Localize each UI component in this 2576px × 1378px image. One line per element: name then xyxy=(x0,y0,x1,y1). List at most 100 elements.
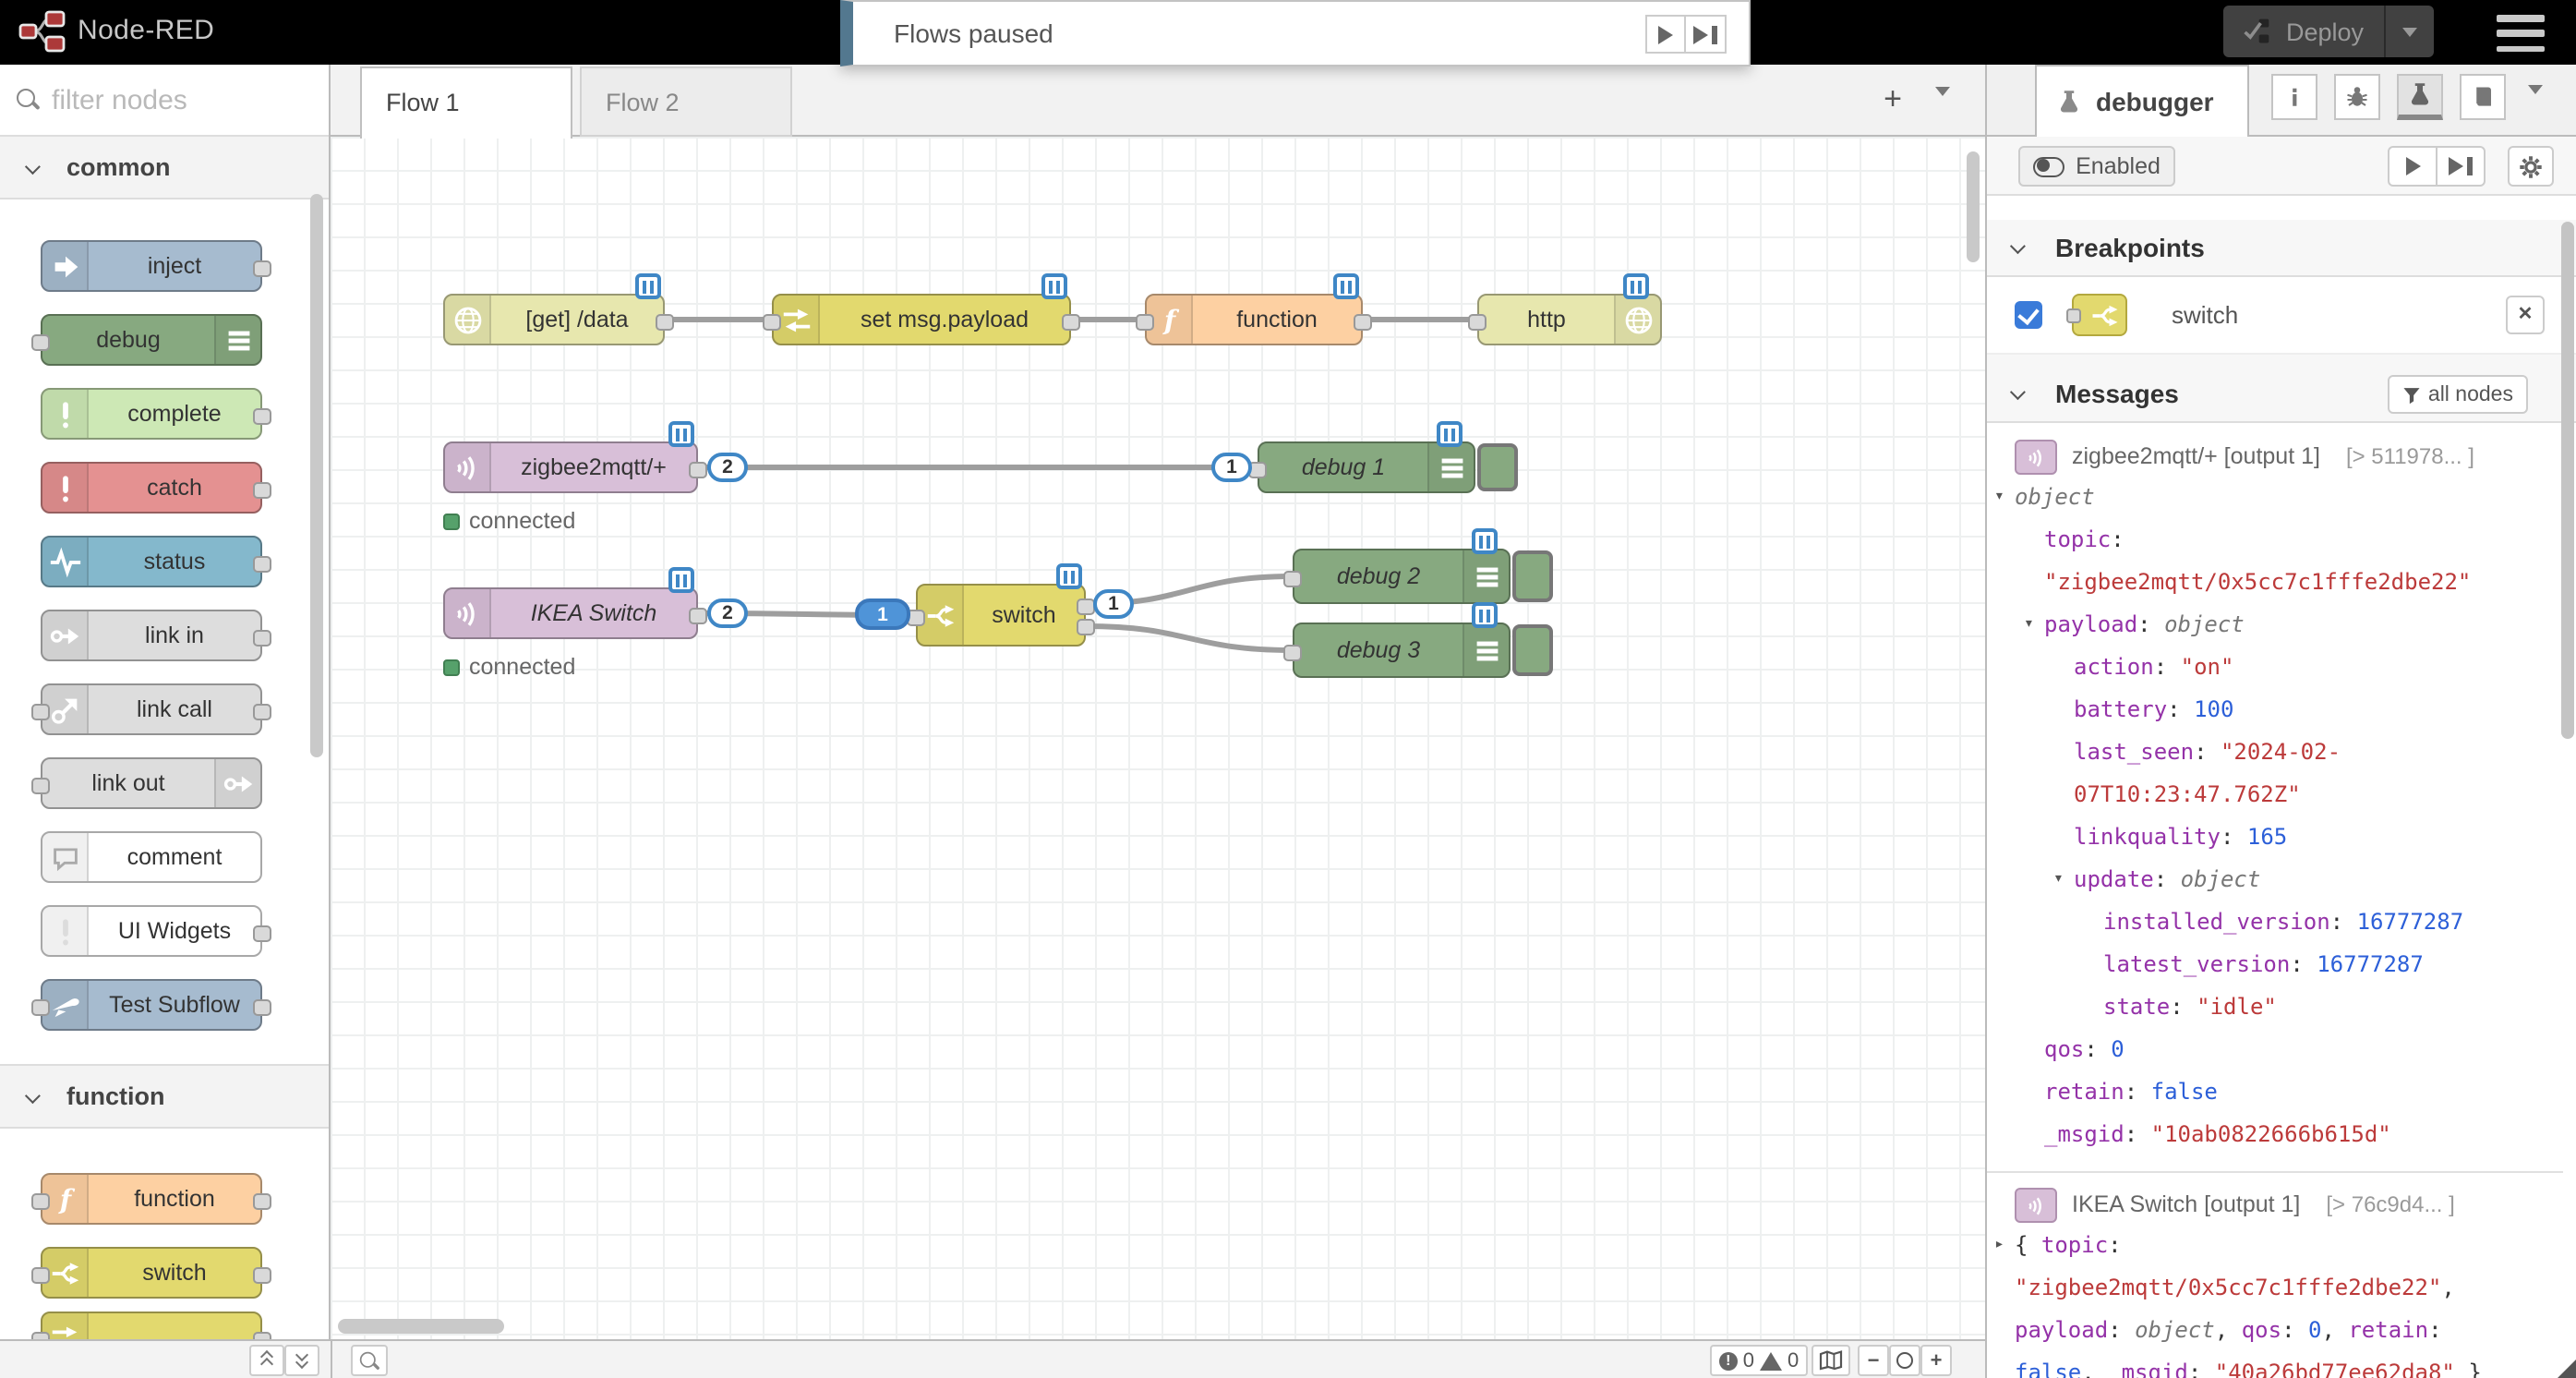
debug-message[interactable]: zigbee2mqtt/+ [output 1][> 511978... ]▾o… xyxy=(1987,425,2563,1173)
output-port[interactable] xyxy=(253,998,271,1015)
resize-handle[interactable] xyxy=(2558,1360,2576,1378)
input-port[interactable] xyxy=(31,1331,50,1339)
sidebar-tab-debug-messages[interactable] xyxy=(2334,74,2380,120)
breakpoint-checkbox[interactable] xyxy=(2015,301,2042,329)
output-port[interactable] xyxy=(253,1266,271,1283)
debug-message[interactable]: IKEA Switch [output 1][> 76c9d4... ]▸{ t… xyxy=(1987,1173,2563,1378)
palette-node-switch[interactable]: switch xyxy=(41,1247,262,1299)
input-port[interactable] xyxy=(31,333,50,350)
add-flow-button[interactable]: + xyxy=(1872,81,1913,122)
palette-node-catch[interactable]: catch xyxy=(41,462,262,514)
palette-category-common[interactable]: common xyxy=(0,135,331,199)
zoom-out-button[interactable]: − xyxy=(1858,1345,1889,1376)
palette-expand-all-button[interactable] xyxy=(284,1345,319,1376)
debugger-play-button[interactable] xyxy=(2388,146,2438,187)
sidebar-tab-help[interactable] xyxy=(2460,74,2506,120)
palette-node-link-in[interactable]: link in xyxy=(41,610,262,661)
palette-node-link-out[interactable]: link out xyxy=(41,757,262,809)
canvas-node--get-data[interactable]: [get] /data xyxy=(443,294,665,345)
canvas-node-function[interactable]: ffunction xyxy=(1145,294,1363,345)
input-port[interactable] xyxy=(1283,570,1302,586)
palette-node-status[interactable]: status xyxy=(41,536,262,587)
palette-node-test-subflow[interactable]: Test Subflow xyxy=(41,979,262,1031)
sidebar-tab-debugger-icon[interactable] xyxy=(2397,74,2443,120)
debug-toggle-button[interactable] xyxy=(1512,550,1553,602)
canvas-node-switch[interactable]: switch xyxy=(916,584,1086,647)
sidebar-tab-info[interactable] xyxy=(2271,74,2317,120)
palette-node-partial[interactable] xyxy=(41,1312,262,1339)
palette-node-complete[interactable]: complete xyxy=(41,388,262,440)
zoom-in-button[interactable]: + xyxy=(1920,1345,1952,1376)
flow-tab-flow-2[interactable]: Flow 2 xyxy=(580,66,792,137)
caret-open-icon[interactable]: ▾ xyxy=(2053,859,2064,901)
input-port[interactable] xyxy=(1136,313,1154,330)
palette-scrollbar[interactable] xyxy=(310,194,323,757)
input-port[interactable] xyxy=(31,1266,50,1283)
output-port[interactable] xyxy=(1354,313,1372,330)
output-port[interactable] xyxy=(1077,619,1095,635)
resume-flows-button[interactable] xyxy=(1645,15,1686,54)
canvas-node-http[interactable]: http xyxy=(1477,294,1662,345)
output-port[interactable] xyxy=(1077,598,1095,615)
palette-node-link-call[interactable]: link call xyxy=(41,683,262,735)
breakpoint-remove-button[interactable]: ✕ xyxy=(2506,296,2545,334)
output-port[interactable] xyxy=(253,1331,271,1339)
input-port[interactable] xyxy=(31,998,50,1015)
sidebar-scrollbar[interactable] xyxy=(2561,222,2574,739)
message-meta[interactable]: [> 511978... ] xyxy=(2346,443,2474,469)
output-port[interactable] xyxy=(253,260,271,276)
input-port[interactable] xyxy=(31,1192,50,1209)
canvas-node-zigbee2mqtt-[interactable]: zigbee2mqtt/+ xyxy=(443,441,698,493)
output-port[interactable] xyxy=(253,1192,271,1209)
messages-filter-button[interactable]: all nodes xyxy=(2388,375,2528,414)
caret-open-icon[interactable]: ▾ xyxy=(2024,604,2034,647)
canvas-node-debug-2[interactable]: debug 2 xyxy=(1293,549,1511,604)
zoom-reset-button[interactable] xyxy=(1889,1345,1920,1376)
debug-toggle-button[interactable] xyxy=(1477,443,1518,491)
palette-category-function[interactable]: function xyxy=(0,1064,331,1129)
palette-node-comment[interactable]: comment xyxy=(41,831,262,883)
caret-closed-icon[interactable]: ▸ xyxy=(1994,1225,2004,1267)
palette-collapse-all-button[interactable] xyxy=(249,1345,284,1376)
output-port[interactable] xyxy=(253,703,271,719)
main-menu-button[interactable] xyxy=(2497,15,2552,52)
canvas-node-debug-3[interactable]: debug 3 xyxy=(1293,623,1511,678)
palette-search-input[interactable] xyxy=(52,84,292,115)
flow-canvas[interactable]: [get] /data set msg.payload ffunction http z… xyxy=(331,137,1985,1339)
notices-button[interactable]: ! 0 0 xyxy=(1710,1345,1808,1376)
debugger-settings-button[interactable] xyxy=(2508,146,2554,187)
palette-node-inject[interactable]: inject xyxy=(41,240,262,292)
wire[interactable] xyxy=(1086,626,1293,650)
navigator-button[interactable] xyxy=(1812,1345,1850,1376)
output-port[interactable] xyxy=(253,555,271,572)
palette-node-debug[interactable]: debug xyxy=(41,314,262,366)
output-port[interactable] xyxy=(689,607,707,623)
input-port[interactable] xyxy=(31,777,50,793)
output-port[interactable] xyxy=(1062,313,1080,330)
debug-toggle-button[interactable] xyxy=(1512,624,1553,676)
debugger-enabled-toggle[interactable]: Enabled xyxy=(2018,146,2175,187)
output-port[interactable] xyxy=(253,925,271,941)
input-port[interactable] xyxy=(1283,644,1302,660)
flow-list-button[interactable] xyxy=(1935,96,1950,129)
canvas-horizontal-scrollbar[interactable] xyxy=(338,1319,504,1334)
output-port[interactable] xyxy=(689,461,707,477)
step-next-button[interactable] xyxy=(1686,15,1727,54)
message-meta[interactable]: [> 76c9d4... ] xyxy=(2326,1191,2454,1217)
output-port[interactable] xyxy=(253,481,271,498)
input-port[interactable] xyxy=(1468,313,1487,330)
flow-tab-flow-1[interactable]: Flow 1 xyxy=(360,66,572,139)
sidebar-tab-debugger[interactable]: debugger xyxy=(2035,65,2249,137)
debugger-step-button[interactable] xyxy=(2436,146,2486,187)
canvas-node-set-msg-payload[interactable]: set msg.payload xyxy=(772,294,1071,345)
canvas-node-debug-1[interactable]: debug 1 xyxy=(1258,441,1475,493)
canvas-node-ikea-switch[interactable]: IKEA Switch xyxy=(443,587,698,639)
palette-node-ui-widgets[interactable]: UI Widgets xyxy=(41,905,262,957)
deploy-options-button[interactable] xyxy=(2384,6,2434,57)
output-port[interactable] xyxy=(253,629,271,646)
canvas-search-button[interactable] xyxy=(351,1345,388,1376)
sidebar-more-tabs-button[interactable] xyxy=(2528,94,2543,127)
output-port[interactable] xyxy=(656,313,674,330)
canvas-vertical-scrollbar[interactable] xyxy=(1967,151,1980,262)
output-port[interactable] xyxy=(253,407,271,424)
